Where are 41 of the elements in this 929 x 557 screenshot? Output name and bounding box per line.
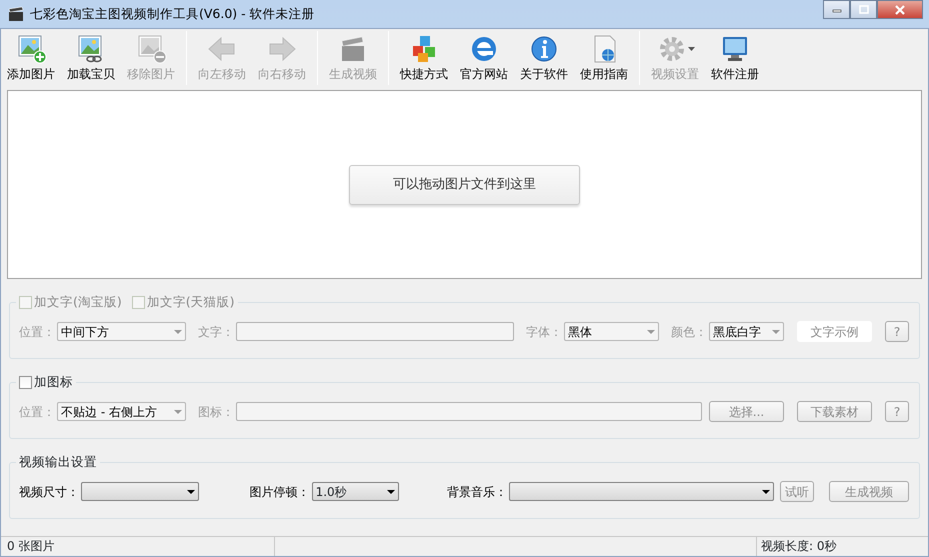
caret-icon bbox=[688, 47, 694, 51]
field-label: 位置： bbox=[19, 404, 55, 420]
close-button[interactable] bbox=[877, 0, 923, 19]
field-label: 文字： bbox=[198, 324, 234, 340]
field-label: 图片停顿： bbox=[250, 484, 310, 500]
field-label: 位置： bbox=[19, 324, 55, 340]
maximize-button[interactable] bbox=[850, 0, 877, 19]
caret-icon bbox=[187, 490, 195, 494]
minimize-button[interactable] bbox=[823, 0, 850, 19]
toolbar-button[interactable]: 官方网站 bbox=[456, 31, 512, 83]
caret-icon bbox=[647, 330, 655, 334]
minimize-icon bbox=[832, 6, 842, 12]
toolbar-button[interactable]: 关于软件 bbox=[516, 31, 572, 83]
field-label: 视频尺寸： bbox=[19, 484, 79, 500]
caret-icon bbox=[762, 490, 770, 494]
caret-icon bbox=[772, 330, 780, 334]
field-label: 颜色： bbox=[671, 324, 707, 340]
field-label: 字体： bbox=[526, 324, 562, 340]
maximize-icon bbox=[858, 5, 868, 14]
dropdown[interactable] bbox=[509, 482, 774, 501]
toolbar-button[interactable]: 加载宝贝 bbox=[63, 31, 119, 83]
dropdown[interactable] bbox=[81, 482, 199, 501]
video-length-status: 视频长度: 0秒 bbox=[756, 537, 928, 556]
window-title: 七彩色淘宝主图视频制作工具(V6.0) - 软件未注册 bbox=[30, 4, 315, 23]
field-label: 背景音乐： bbox=[447, 484, 508, 500]
caret-icon bbox=[174, 410, 182, 414]
toolbar-button[interactable]: 添加图片 bbox=[3, 31, 59, 83]
caret-icon bbox=[386, 490, 395, 494]
checkbox[interactable] bbox=[19, 376, 32, 389]
toolbar-button[interactable]: 快捷方式 bbox=[396, 31, 452, 83]
drop-area[interactable]: 可以拖动图片文件到这里 bbox=[7, 90, 922, 279]
dropdown[interactable]: 1.0秒 bbox=[312, 482, 399, 501]
caret-icon bbox=[174, 330, 182, 334]
toolbar-button[interactable]: 使用指南 bbox=[576, 31, 632, 83]
field-label: 图标： bbox=[198, 404, 234, 420]
toolbar-button[interactable]: 软件注册 bbox=[707, 31, 763, 83]
image-count-status: 0 张图片 bbox=[1, 537, 275, 556]
group-title: 视频输出设置 bbox=[19, 453, 97, 471]
close-icon bbox=[894, 4, 906, 14]
app-clapper-icon bbox=[8, 6, 24, 22]
drop-hint-button[interactable]: 可以拖动图片文件到这里 bbox=[349, 164, 580, 204]
